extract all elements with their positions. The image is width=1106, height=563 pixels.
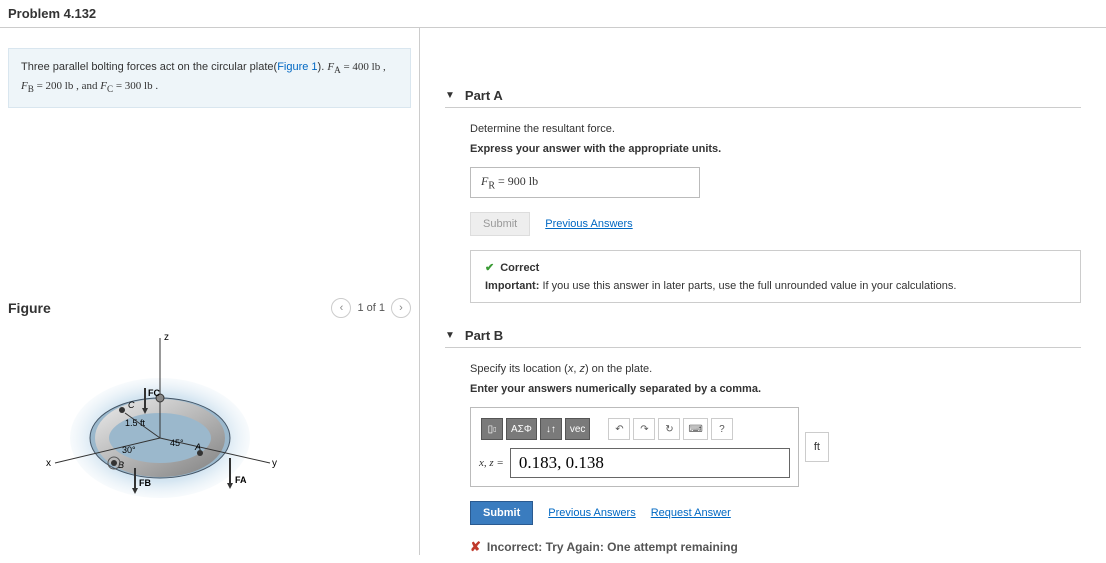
force-fa: FA [235, 475, 247, 485]
part-a-header[interactable]: ▼ Part A [445, 88, 1081, 108]
left-column: Three parallel bolting forces act on the… [0, 28, 420, 555]
vec-button[interactable]: vec [565, 418, 591, 440]
part-b-instruction-bold: Enter your answers numerically separated… [470, 383, 1081, 395]
request-answer-link[interactable]: Request Answer [651, 507, 731, 519]
undo-button[interactable]: ↶ [608, 418, 630, 440]
part-b-title: Part B [465, 328, 503, 343]
correct-label: Correct [500, 262, 539, 274]
figure-diagram: z y x 1.5 ft 30° 45° C FC A FA [0, 328, 419, 531]
submit-button-part-b[interactable]: Submit [470, 501, 533, 525]
figure-heading: Figure [8, 300, 51, 316]
fa-val: = 400 lb , [341, 61, 386, 73]
z-axis-label: z [164, 332, 169, 343]
pager-label: 1 of 1 [357, 302, 385, 314]
angle-30: 30° [122, 445, 136, 455]
fb-val: = 200 lb , and [34, 80, 100, 92]
figure-pager: ‹ 1 of 1 › [331, 298, 411, 318]
ans-sub: R [488, 180, 495, 191]
pager-next-button[interactable]: › [391, 298, 411, 318]
cross-icon: ✘ [470, 539, 481, 554]
point-b: B [118, 460, 124, 470]
part-a-answer: FR = 900 lb [470, 167, 700, 198]
point-c: C [128, 400, 135, 410]
part-b-instruction: Specify its location (x, z) on the plate… [470, 363, 1081, 375]
page-title: Problem 4.132 [0, 0, 1106, 28]
desc-text: Three parallel bolting forces act on the… [21, 61, 277, 73]
check-icon: ✔ [485, 262, 494, 274]
problem-description: Three parallel bolting forces act on the… [8, 48, 411, 108]
feedback-incorrect: ✘ Incorrect: Try Again: One attempt remai… [470, 539, 1081, 555]
previous-answers-link-b[interactable]: Previous Answers [548, 507, 635, 519]
figure-link[interactable]: Figure 1 [277, 61, 317, 73]
important-text: If you use this answer in later parts, u… [539, 280, 956, 292]
updown-button[interactable]: ↓↑ [540, 418, 562, 440]
unit-box[interactable]: ft [805, 432, 829, 462]
submit-button-part-a: Submit [470, 212, 530, 236]
desc-text: ). [318, 61, 328, 73]
greek-button[interactable]: ΑΣΦ [506, 418, 537, 440]
force-fb: FB [139, 478, 151, 488]
fc-var: F [100, 80, 107, 92]
reset-button[interactable]: ↻ [658, 418, 680, 440]
y-axis-label: y [272, 458, 277, 469]
formula-toolbar: ▯▯ ΑΣΦ ↓↑ vec ↶ ↷ ↻ ⌨ ? [479, 416, 790, 442]
incorrect-text: Incorrect: Try Again: One attempt remain… [487, 540, 738, 554]
previous-answers-link-a[interactable]: Previous Answers [545, 218, 632, 230]
right-column: ▼ Part A Determine the resultant force. … [420, 28, 1106, 555]
x-axis-label: x [46, 458, 51, 469]
ans-value: = 900 lb [495, 174, 538, 188]
help-button[interactable]: ? [711, 418, 733, 440]
angle-45: 45° [170, 438, 184, 448]
part-a-title: Part A [465, 88, 503, 103]
answer-input-box: ▯▯ ΑΣΦ ↓↑ vec ↶ ↷ ↻ ⌨ ? x, z = [470, 407, 799, 487]
part-a-instruction: Determine the resultant force. [470, 123, 1081, 135]
point-a: A [194, 442, 201, 452]
keyboard-button[interactable]: ⌨ [683, 418, 707, 440]
part-a-instruction-bold: Express your answer with the appropriate… [470, 143, 1081, 155]
template-icon[interactable]: ▯▯ [481, 418, 503, 440]
collapse-icon: ▼ [445, 330, 455, 341]
force-fc: FC [148, 388, 160, 398]
feedback-correct: ✔ Correct Important: If you use this answ… [470, 250, 1081, 303]
redo-button[interactable]: ↷ [633, 418, 655, 440]
fa-sub: A [334, 65, 341, 75]
answer-input[interactable] [510, 448, 790, 478]
radius-label: 1.5 ft [125, 418, 146, 428]
collapse-icon: ▼ [445, 90, 455, 101]
fc-val: = 300 lb . [113, 80, 158, 92]
fb-var: F [21, 80, 28, 92]
pager-prev-button[interactable]: ‹ [331, 298, 351, 318]
part-b-header[interactable]: ▼ Part B [445, 328, 1081, 348]
important-label: Important: [485, 280, 539, 292]
input-label: x, z = [479, 457, 504, 469]
